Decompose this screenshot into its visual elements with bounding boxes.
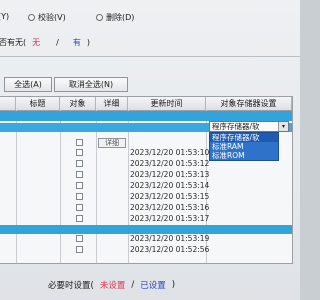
- radio-dot-icon: [96, 14, 103, 21]
- radio-option-verify[interactable]: 校验(V): [28, 12, 66, 23]
- unselect-all-button[interactable]: 取消全选(N): [54, 77, 128, 92]
- row-update-time: 2023/12/20 01:53:13: [130, 170, 210, 179]
- row-checkbox[interactable]: [76, 246, 83, 253]
- row-checkbox[interactable]: [76, 149, 83, 156]
- radio-option-y-label: (Y): [0, 12, 10, 21]
- row-update-time: 2023/12/20 01:53:10: [130, 148, 210, 157]
- row-update-time: 2023/12/20 01:53:12: [130, 159, 210, 168]
- row-checkbox[interactable]: [76, 193, 83, 200]
- row-checkbox[interactable]: [76, 139, 83, 146]
- header-detail[interactable]: 详细: [96, 97, 128, 110]
- existence-option-has[interactable]: 有: [73, 37, 81, 48]
- existence-slash: /: [56, 38, 59, 47]
- existence-close: ): [86, 38, 90, 47]
- unselect-all-label: 取消全选(N): [68, 80, 114, 89]
- detail-button[interactable]: 详细: [98, 138, 126, 148]
- row-checkbox[interactable]: [76, 171, 83, 178]
- dropdown-option[interactable]: 程序存储器/软: [210, 133, 278, 142]
- row-update-time: 2023/12/20 01:53:17: [130, 214, 210, 223]
- dropdown-option[interactable]: 标准RAM: [210, 142, 278, 151]
- required-time-option-unset[interactable]: 未设置: [100, 279, 126, 291]
- table-row-selected[interactable]: [0, 225, 292, 234]
- storage-setting-combo[interactable]: 程序存储器/软 ▾: [209, 121, 289, 132]
- required-time-slash: /: [131, 280, 135, 290]
- row-update-time: 2023/12/20 01:53:19: [130, 234, 210, 243]
- table-row[interactable]: 2023/12/20 01:53:14: [0, 181, 292, 191]
- table-row[interactable]: 2023/12/20 01:53:13: [0, 170, 292, 180]
- table-row-selected[interactable]: [0, 111, 292, 121]
- row-checkbox[interactable]: [76, 182, 83, 189]
- table-row[interactable]: 2023/12/20 01:53:19: [0, 234, 292, 244]
- row-update-time: 2023/12/20 01:53:14: [130, 181, 210, 190]
- radio-dot-icon: [28, 14, 35, 21]
- required-time-label: 必要时设置(: [48, 281, 94, 291]
- existence-row: 否有无( 无 / 有 ): [0, 37, 90, 48]
- header-storage-setting[interactable]: 对象存储器设置: [206, 97, 292, 110]
- chevron-down-icon[interactable]: ▾: [278, 122, 288, 131]
- screen: (Y) 校验(V) 删除(D) 否有无( 无 / 有 ) 全选(A) 取消全选(…: [0, 0, 300, 300]
- existence-option-none[interactable]: 无: [32, 37, 40, 48]
- radio-option-y[interactable]: (Y): [0, 12, 9, 21]
- required-time-row: 必要时设置( 未设置 / 已设置 ): [48, 279, 175, 291]
- divider: [0, 56, 300, 57]
- table-header: 标题 对象 详细 更新时间 对象存储器设置: [0, 97, 292, 111]
- row-checkbox[interactable]: [76, 160, 83, 167]
- radio-option-delete[interactable]: 删除(D): [96, 12, 134, 23]
- row-update-time: 2023/12/20 01:53:15: [130, 192, 210, 201]
- required-time-option-set[interactable]: 已设置: [140, 279, 166, 291]
- dropdown-option[interactable]: 标准ROM: [210, 151, 278, 160]
- row-checkbox[interactable]: [76, 215, 83, 222]
- header-cell-blank: [0, 97, 16, 110]
- table-row[interactable]: 2023/12/20 01:53:16: [0, 203, 292, 213]
- table-row[interactable]: 2023/12/20 01:53:15: [0, 192, 292, 202]
- select-all-button[interactable]: 全选(A): [4, 77, 52, 92]
- select-all-label: 全选(A): [14, 80, 42, 89]
- header-object[interactable]: 对象: [60, 97, 96, 110]
- header-title[interactable]: 标题: [16, 97, 60, 110]
- operation-radio-row: (Y) 校验(V) 删除(D): [0, 12, 300, 26]
- header-update-time[interactable]: 更新时间: [128, 97, 206, 110]
- table-row[interactable]: 2023/12/20 01:53:17: [0, 214, 292, 224]
- row-checkbox[interactable]: [76, 204, 83, 211]
- row-checkbox[interactable]: [76, 235, 83, 242]
- storage-setting-value: 程序存储器/软: [212, 122, 260, 131]
- table-row[interactable]: 2023/12/20 01:52:56: [0, 245, 292, 255]
- detail-button-label: 详细: [105, 139, 119, 147]
- row-update-time: 2023/12/20 01:52:56: [130, 245, 210, 254]
- existence-label: 否有无(: [0, 38, 27, 47]
- row-update-time: 2023/12/20 01:53:16: [130, 203, 210, 212]
- radio-option-delete-label: 删除(D): [106, 13, 135, 22]
- storage-setting-dropdown: 程序存储器/软 标准RAM 标准ROM: [209, 132, 279, 161]
- required-time-close: ): [171, 280, 176, 290]
- radio-option-verify-label: 校验(V): [38, 13, 66, 22]
